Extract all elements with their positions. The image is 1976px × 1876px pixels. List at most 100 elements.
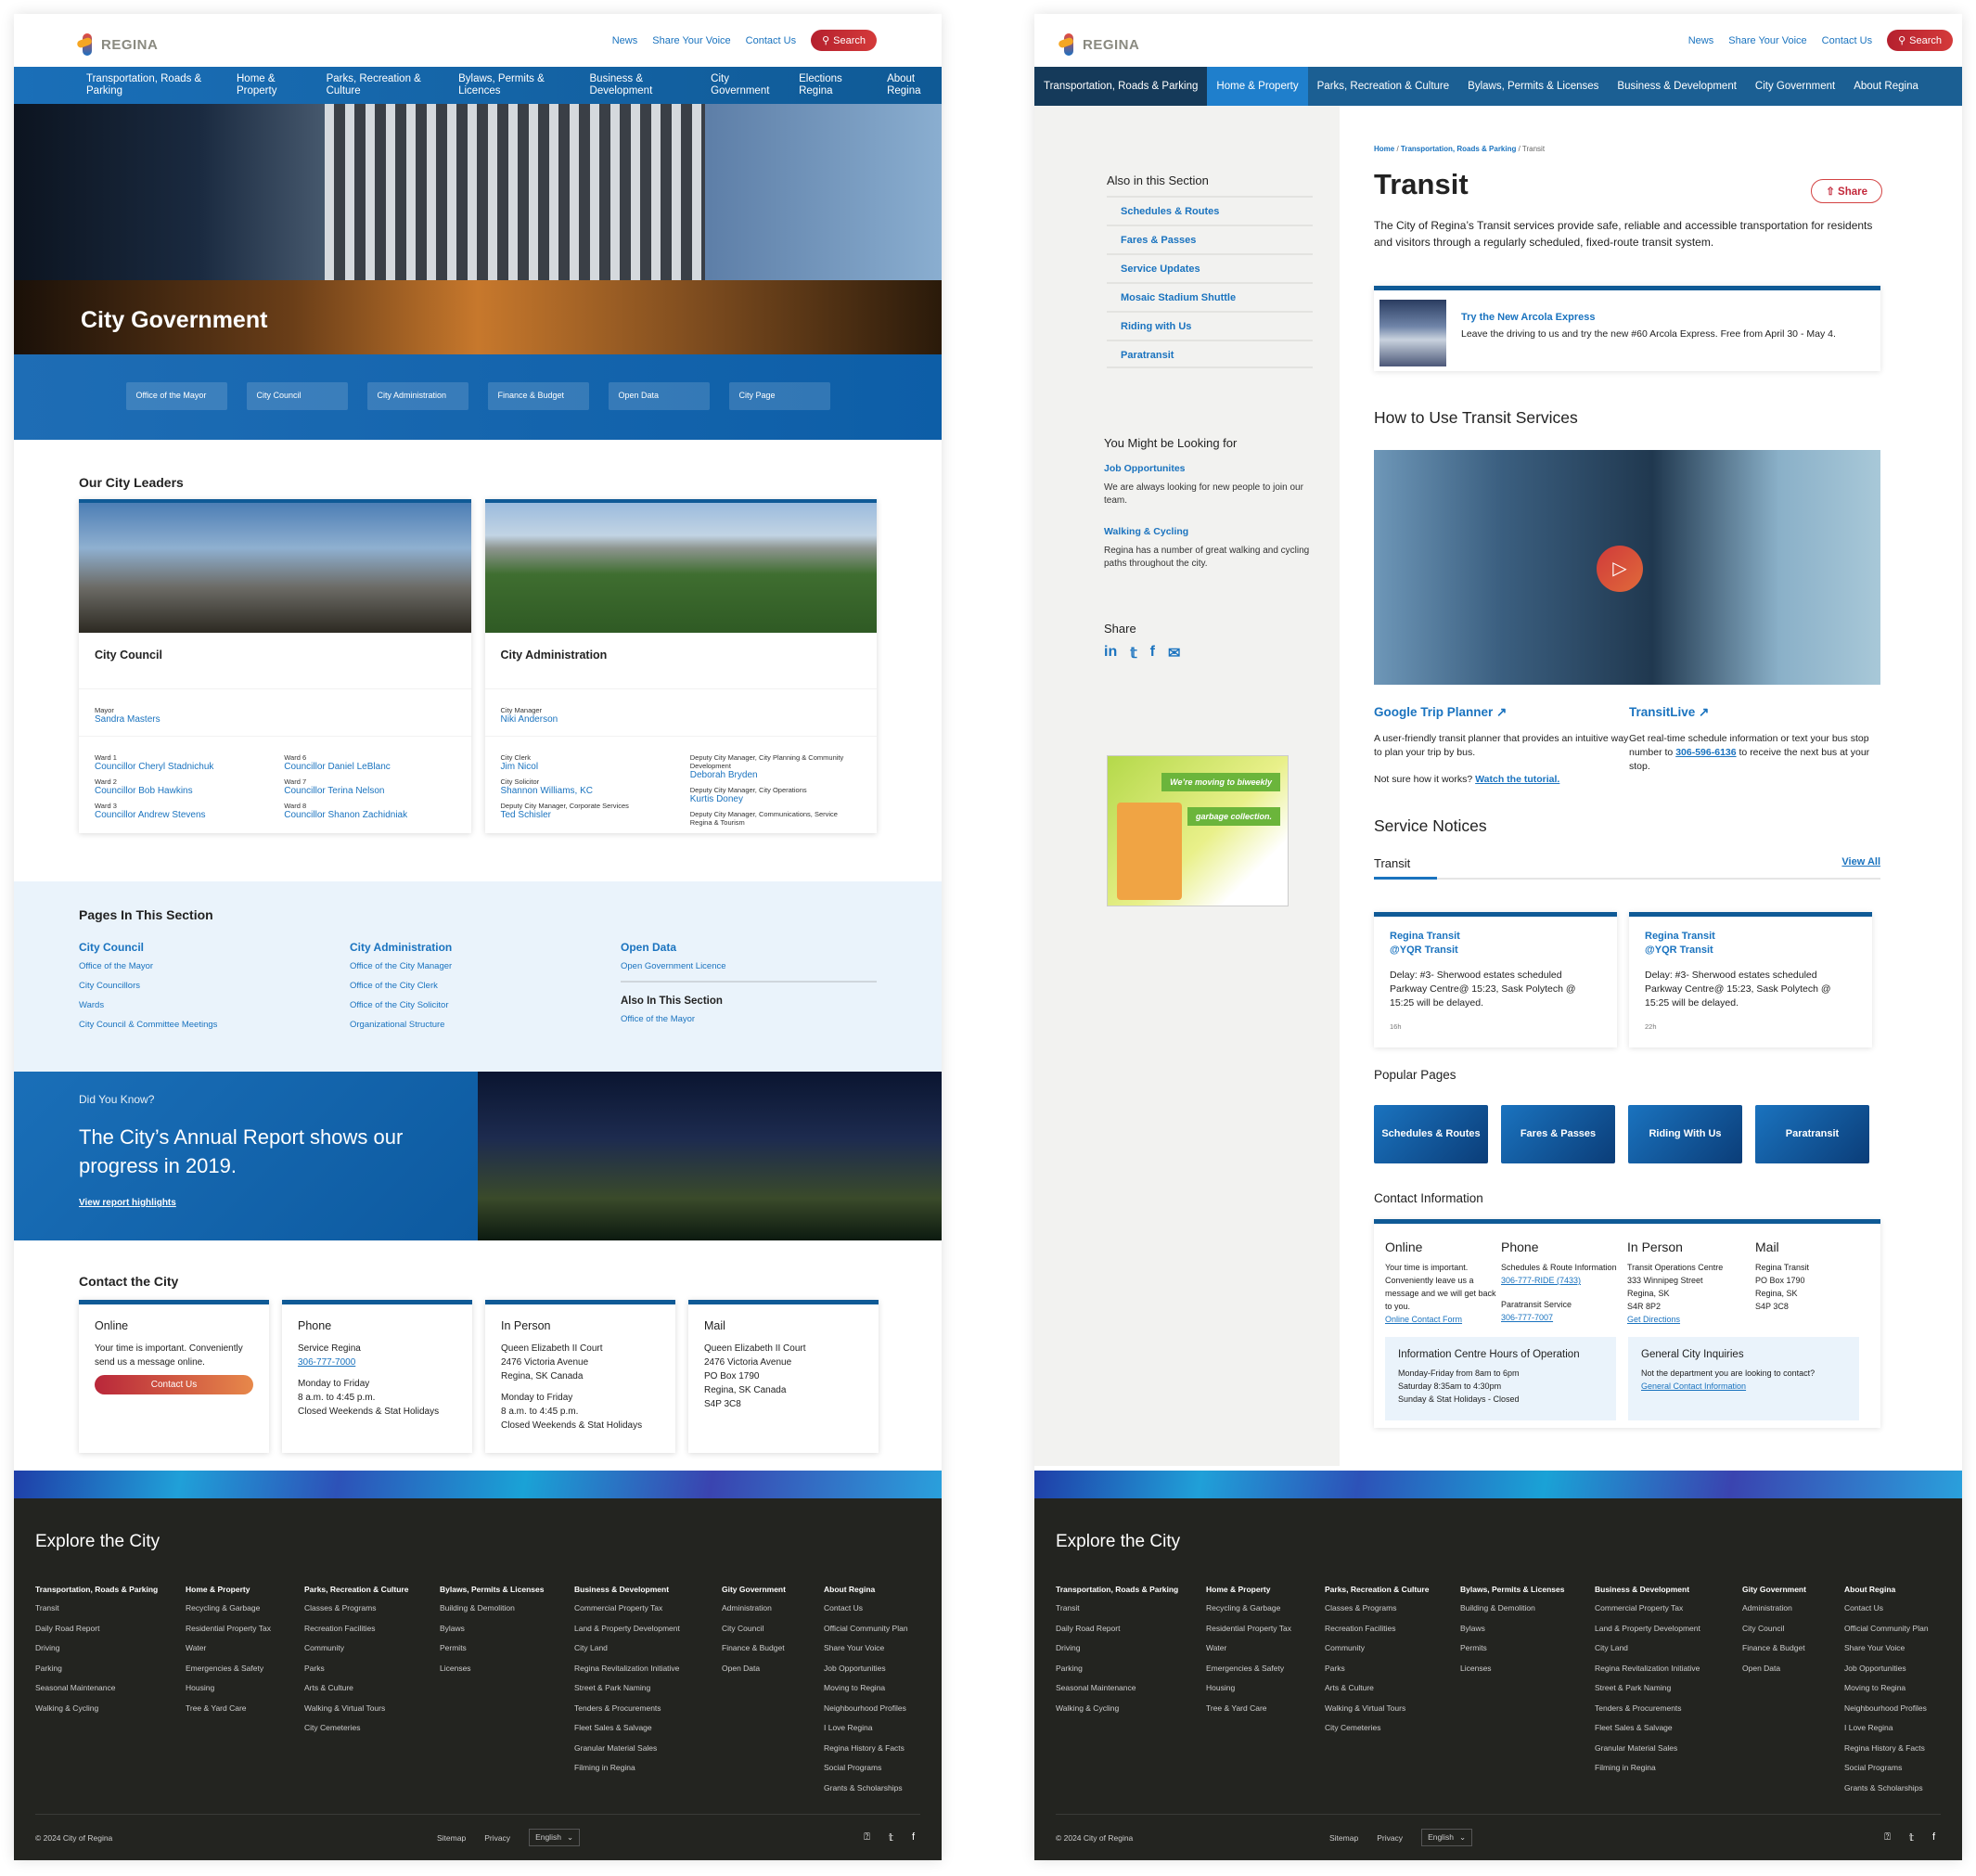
footer-link[interactable]: Emergencies & Safety bbox=[1206, 1664, 1325, 1673]
twitter-icon[interactable]: 𝕥 bbox=[1130, 644, 1136, 662]
sidebar-link[interactable]: Fares & Passes bbox=[1107, 225, 1313, 253]
play-icon[interactable]: ▷ bbox=[1597, 546, 1643, 592]
footer-link[interactable]: Street & Park Naming bbox=[1595, 1683, 1742, 1692]
footer-link[interactable]: Bylaws bbox=[440, 1624, 574, 1633]
mayor-link[interactable]: Sandra Masters bbox=[95, 714, 456, 725]
footer-link[interactable]: Commercial Property Tax bbox=[574, 1603, 722, 1613]
footer-link[interactable]: Official Community Plan bbox=[1844, 1624, 1956, 1633]
page-link[interactable]: Office of the City Manager bbox=[350, 961, 621, 971]
twitter-icon[interactable]: 𝕥 bbox=[889, 1831, 893, 1844]
page-link[interactable]: City Council & Committee Meetings bbox=[79, 1020, 350, 1030]
footer-link[interactable]: Tenders & Procurements bbox=[1595, 1703, 1742, 1713]
footer-link[interactable]: Regina Revitalization Initiative bbox=[574, 1664, 722, 1673]
footer-column-title[interactable]: Transportation, Roads & Parking bbox=[35, 1585, 186, 1594]
official-link[interactable]: Shannon Williams, KC bbox=[501, 786, 672, 796]
footer-link[interactable]: Licenses bbox=[1460, 1664, 1595, 1673]
ride-phone-link[interactable]: 306-777-RIDE (7433) bbox=[1501, 1274, 1627, 1287]
page-link[interactable]: Office of the City Clerk bbox=[350, 981, 621, 991]
footer-link[interactable]: Permits bbox=[440, 1643, 574, 1652]
footer-link[interactable]: Tenders & Procurements bbox=[574, 1703, 722, 1713]
footer-link[interactable]: I Love Regina bbox=[824, 1723, 935, 1732]
suggestion-link[interactable]: Walking & Cycling bbox=[1104, 526, 1310, 537]
linkedin-icon[interactable]: in bbox=[1104, 644, 1117, 662]
privacy-link[interactable]: Privacy bbox=[1377, 1833, 1403, 1843]
footer-link[interactable]: Social Programs bbox=[1844, 1763, 1956, 1772]
trip-planner-link[interactable]: Google Trip Planner ↗ bbox=[1374, 705, 1629, 719]
breadcrumb-home[interactable]: Home bbox=[1374, 145, 1394, 153]
footer-link[interactable]: Neighbourhood Profiles bbox=[1844, 1703, 1956, 1713]
official-link[interactable]: Ted Schisler bbox=[501, 810, 672, 820]
phone-link[interactable]: 306-777-7000 bbox=[298, 1357, 355, 1368]
help-icon[interactable]: ⍰ bbox=[1884, 1831, 1891, 1844]
notice-handle[interactable]: @YQR Transit bbox=[1645, 944, 1856, 957]
footer-link[interactable]: I Love Regina bbox=[1844, 1723, 1956, 1732]
councillor-link[interactable]: Councillor Shanon Zachidniak bbox=[284, 810, 455, 820]
footer-link[interactable]: Filming in Regina bbox=[574, 1763, 722, 1772]
footer-link[interactable]: Housing bbox=[186, 1683, 304, 1692]
footer-link[interactable]: Grants & Scholarships bbox=[1844, 1783, 1956, 1792]
official-link[interactable]: Deborah Bryden bbox=[690, 770, 861, 780]
nav-item-bylaws[interactable]: Bylaws, Permits & Licences bbox=[458, 73, 569, 97]
footer-link[interactable]: Parking bbox=[35, 1664, 186, 1673]
contact-us-button[interactable]: Contact Us bbox=[95, 1375, 253, 1394]
footer-link[interactable]: Job Opportunities bbox=[1844, 1664, 1956, 1673]
footer-link[interactable]: Daily Road Report bbox=[1056, 1624, 1206, 1633]
help-icon[interactable]: ⍰ bbox=[864, 1831, 870, 1844]
footer-column-title[interactable]: Transportation, Roads & Parking bbox=[1056, 1585, 1206, 1594]
footer-link[interactable]: Social Programs bbox=[824, 1763, 935, 1772]
suggestion-link[interactable]: Job Opportunites bbox=[1104, 463, 1310, 474]
councillor-link[interactable]: Councillor Terina Nelson bbox=[284, 786, 455, 796]
footer-link[interactable]: Moving to Regina bbox=[824, 1683, 935, 1692]
quick-link-open-data[interactable]: Open Data bbox=[608, 382, 710, 410]
quick-link-administration[interactable]: City Administration bbox=[366, 382, 468, 410]
footer-link[interactable]: Administration bbox=[722, 1603, 824, 1613]
transitlive-phone-link[interactable]: 306-596-6136 bbox=[1675, 747, 1736, 758]
footer-column-title[interactable]: Gity Government bbox=[1742, 1585, 1844, 1594]
privacy-link[interactable]: Privacy bbox=[484, 1833, 510, 1843]
share-your-voice-link[interactable]: Share Your Voice bbox=[1728, 35, 1806, 46]
share-button[interactable]: ⇧ Share bbox=[1811, 179, 1882, 203]
footer-link[interactable]: Administration bbox=[1742, 1603, 1844, 1613]
footer-link[interactable]: Parks bbox=[304, 1664, 440, 1673]
transitlive-link[interactable]: TransitLive ↗ bbox=[1629, 705, 1880, 719]
contact-us-link[interactable]: Contact Us bbox=[1822, 35, 1872, 46]
footer-link[interactable]: Open Data bbox=[1742, 1664, 1844, 1673]
footer-link[interactable]: Classes & Programs bbox=[1325, 1603, 1460, 1613]
nav-item-about[interactable]: About Regina bbox=[1844, 67, 1928, 106]
news-link[interactable]: News bbox=[1688, 35, 1714, 46]
footer-link[interactable]: Land & Property Development bbox=[574, 1624, 722, 1633]
transit-video[interactable]: ▷ bbox=[1374, 450, 1880, 685]
footer-link[interactable]: Contact Us bbox=[824, 1603, 935, 1613]
page-link[interactable]: Office of the Mayor bbox=[79, 961, 350, 971]
councillor-link[interactable]: Councillor Daniel LeBlanc bbox=[284, 762, 455, 772]
footer-link[interactable]: Licenses bbox=[440, 1664, 574, 1673]
footer-link[interactable]: Water bbox=[1206, 1643, 1325, 1652]
footer-link[interactable]: Granular Material Sales bbox=[574, 1743, 722, 1753]
column-title-link[interactable]: City Administration bbox=[350, 941, 621, 954]
nav-item-home-property[interactable]: Home & Property bbox=[237, 73, 306, 97]
sidebar-link[interactable]: Riding with Us bbox=[1107, 311, 1313, 340]
nav-item-home-property[interactable]: Home & Property bbox=[1207, 67, 1308, 106]
email-icon[interactable]: ✉ bbox=[1168, 644, 1180, 662]
footer-link[interactable]: Seasonal Maintenance bbox=[1056, 1683, 1206, 1692]
footer-link[interactable]: Recycling & Garbage bbox=[1206, 1603, 1325, 1613]
footer-link[interactable]: Recycling & Garbage bbox=[186, 1603, 304, 1613]
footer-link[interactable]: Bylaws bbox=[1460, 1624, 1595, 1633]
view-report-link[interactable]: View report highlights bbox=[79, 1198, 176, 1208]
regina-logo[interactable]: REGINA bbox=[76, 32, 158, 58]
footer-link[interactable]: Recreation Facilities bbox=[304, 1624, 440, 1633]
share-your-voice-link[interactable]: Share Your Voice bbox=[652, 35, 730, 46]
footer-link[interactable]: Regina History & Facts bbox=[1844, 1743, 1956, 1753]
footer-link[interactable]: Granular Material Sales bbox=[1595, 1743, 1742, 1753]
news-link[interactable]: News bbox=[612, 35, 638, 46]
footer-link[interactable]: City Council bbox=[1742, 1624, 1844, 1633]
search-button[interactable]: ⚲ Search bbox=[1887, 30, 1953, 51]
promo-title-link[interactable]: Try the New Arcola Express bbox=[1461, 312, 1836, 323]
breadcrumb-transportation[interactable]: Transportation, Roads & Parking bbox=[1401, 145, 1516, 153]
footer-link[interactable]: Regina Revitalization Initiative bbox=[1595, 1664, 1742, 1673]
sidebar-link[interactable]: Paratransit bbox=[1107, 340, 1313, 368]
councillor-link[interactable]: Councillor Bob Hawkins bbox=[95, 786, 265, 796]
footer-link[interactable]: Emergencies & Safety bbox=[186, 1664, 304, 1673]
footer-link[interactable]: Grants & Scholarships bbox=[824, 1783, 935, 1792]
popular-page-button[interactable]: Schedules & Routes bbox=[1374, 1105, 1488, 1163]
